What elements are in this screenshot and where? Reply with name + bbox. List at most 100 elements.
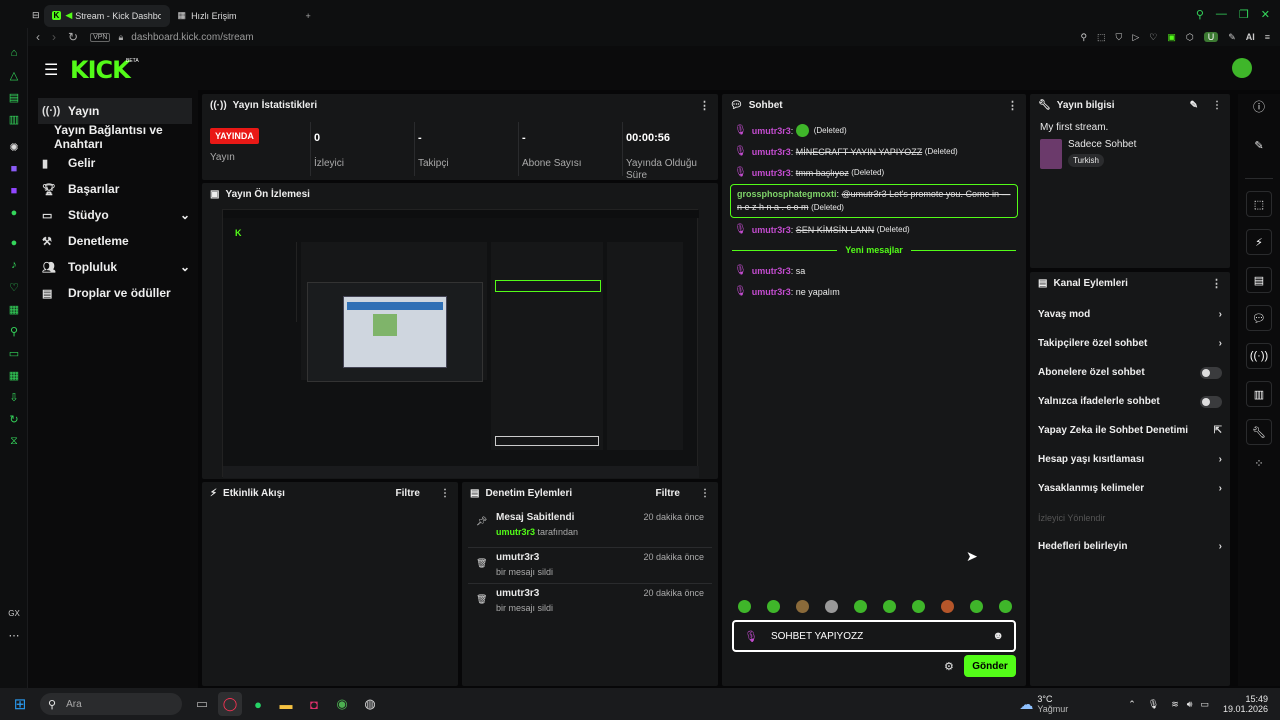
more-icon[interactable]: ⋮	[1007, 99, 1018, 112]
play-icon[interactable]: ▷	[1132, 32, 1139, 43]
stream-preview-video[interactable]: K	[222, 209, 699, 478]
tab-menu-icon[interactable]: ⊟	[28, 5, 44, 27]
action-goals[interactable]: Hedefleri belirleyin ›	[1030, 532, 1230, 561]
chat-message[interactable]: 🎙︎ umutr3r3: tmm başlıyoz (Deleted)	[726, 162, 1022, 183]
chat-username[interactable]: umutr3r3	[752, 126, 791, 136]
twitch-app-icon[interactable]: ■	[0, 180, 28, 202]
url-field[interactable]: dashboard.kick.com/stream	[131, 32, 253, 43]
vpn-badge[interactable]: VPN	[90, 32, 111, 42]
wrench-icon[interactable]: 🔧︎	[1246, 419, 1272, 445]
aria-icon[interactable]: ✎	[1228, 32, 1236, 43]
chat-username[interactable]: umutr3r3	[752, 225, 791, 235]
pin-icon[interactable]: ⚲	[0, 320, 28, 342]
mod-user[interactable]: umutr3r3	[496, 527, 535, 537]
add-widget-icon[interactable]: ⁘	[1238, 457, 1280, 470]
close-icon[interactable]: ✕	[1261, 8, 1270, 21]
chat-message[interactable]: 🎙︎ umutr3r3: sa	[726, 260, 1022, 281]
chat-icon[interactable]: 💬︎	[1246, 305, 1272, 331]
action-ai-moderation[interactable]: Yapay Zeka ile Sohbet Denetimi ⇱	[1030, 416, 1230, 445]
whatsapp-icon[interactable]: ●	[246, 692, 270, 716]
emote-icon[interactable]	[738, 600, 751, 613]
twitch-icon[interactable]: ▤	[0, 86, 28, 108]
chat-username[interactable]: grossphosphategmoxti	[737, 189, 837, 199]
action-account-age[interactable]: Hesap yaşı kısıtlaması ›	[1030, 445, 1230, 474]
nav-item-studyo[interactable]: ▭ Stüdyo ⌄	[28, 202, 198, 228]
bookmark-icon[interactable]: ▥	[0, 108, 28, 130]
news-icon[interactable]: ▦	[0, 298, 28, 320]
info-icon[interactable]: ⓘ	[1238, 98, 1280, 115]
spotify-icon[interactable]: ●	[0, 232, 28, 254]
hamburger-icon[interactable]: ☰	[44, 60, 58, 80]
maximize-icon[interactable]: ❐	[1239, 8, 1249, 21]
filter-button[interactable]: Filtre	[656, 488, 680, 499]
chat-message[interactable]: 🎙︎ umutr3r3: MİNECRAFT YAYIN YAPIYOZZ (D…	[726, 141, 1022, 162]
menu-icon[interactable]: ≡	[1265, 32, 1270, 42]
profile-avatar[interactable]: U	[1203, 32, 1219, 42]
whatsapp-icon[interactable]: ●	[0, 202, 28, 224]
extensions-icon[interactable]: ⬡	[1186, 32, 1194, 43]
action-emotes-only[interactable]: Yalnızca ifadelerle sohbet	[1030, 387, 1230, 416]
chevron-up-icon[interactable]: ⌃	[1128, 699, 1136, 710]
chat-settings-icon[interactable]: ⚙︎	[944, 660, 954, 673]
alert-icon[interactable]: △	[0, 64, 28, 86]
chat-input-value[interactable]: SOHBET YAPIYOZZ	[771, 631, 863, 642]
emote-icon[interactable]	[970, 600, 983, 613]
edit-icon[interactable]: ✎	[1238, 139, 1280, 152]
refresh-icon[interactable]: ↻	[0, 408, 28, 430]
chat-message-highlighted[interactable]: grossphosphategmoxti: @umutr3r3 Let's pr…	[730, 184, 1018, 218]
new-tab-button[interactable]: +	[298, 5, 319, 27]
minimize-icon[interactable]: —	[1216, 8, 1227, 21]
file-explorer-icon[interactable]: ▬	[274, 692, 298, 716]
emote-icon[interactable]	[999, 600, 1012, 613]
volume-icon[interactable]: 🔊︎	[1187, 699, 1193, 710]
cs-icon[interactable]: ■	[0, 158, 28, 180]
more-icon[interactable]: ⋯	[0, 624, 28, 646]
chat-input[interactable]: 🎙︎ SOHBET YAPIYOZZ ☻	[732, 620, 1016, 652]
action-banned-words[interactable]: Yasaklanmış kelimeler ›	[1030, 474, 1230, 503]
action-followers-only[interactable]: Takipçilere özel sohbet ›	[1030, 329, 1230, 358]
layout-icon[interactable]: ▥	[1246, 381, 1272, 407]
back-icon[interactable]: ‹	[36, 30, 40, 44]
send-button[interactable]: Gönder	[964, 655, 1016, 677]
more-icon[interactable]: ⋮	[1211, 277, 1222, 290]
nav-item-yayin[interactable]: ((·)) Yayın	[38, 98, 192, 124]
wifi-icon[interactable]: ≋	[1171, 699, 1179, 710]
emote-icon[interactable]	[912, 600, 925, 613]
more-icon[interactable]: ⋮	[700, 488, 710, 499]
nav-item-droplar[interactable]: ▤ Droplar ve ödüller	[28, 280, 198, 306]
extensions-icon[interactable]: ⧖	[0, 430, 28, 452]
edit-icon[interactable]: ✎	[1190, 100, 1198, 111]
filter-button[interactable]: Filtre	[396, 488, 420, 499]
tab-stream[interactable]: K ◀ Stream - Kick Dashboard	[43, 4, 170, 27]
emoji-icon[interactable]: ☻	[992, 630, 1004, 642]
emote-icon[interactable]	[941, 600, 954, 613]
emote-icon[interactable]	[825, 600, 838, 613]
subscribers-only-toggle[interactable]	[1200, 366, 1222, 379]
forward-icon[interactable]: ›	[52, 30, 56, 44]
battery-icon[interactable]: ▭	[1200, 699, 1209, 710]
clock[interactable]: 15:49 19.01.2026	[1223, 694, 1268, 714]
reload-icon[interactable]: ↻	[68, 30, 78, 44]
instagram-icon[interactable]: ◘	[302, 692, 326, 716]
chatgpt-icon[interactable]: ✺	[0, 136, 28, 158]
heart-icon[interactable]: ♡	[1149, 32, 1157, 43]
kick-logo[interactable]: KICK	[70, 56, 131, 84]
action-slow-mode[interactable]: Yavaş mod ›	[1030, 300, 1230, 329]
notes-icon[interactable]: ▤	[1246, 267, 1272, 293]
nav-item-topluluk[interactable]: 👥︎ Topluluk ⌄	[28, 254, 198, 280]
more-icon[interactable]: ⋮	[699, 99, 710, 112]
nav-item-stream-key[interactable]: Yayın Bağlantısı ve Anahtarı	[28, 123, 198, 151]
windows-start-icon[interactable]: ⊞	[8, 692, 32, 716]
taskbar-search[interactable]: ⚲ Ara	[40, 693, 182, 715]
tab-quick-access[interactable]: ▦ Hızlı Erişim	[170, 5, 298, 27]
opera-gx-icon[interactable]: ◯	[218, 692, 242, 716]
snapshot-icon[interactable]: ⬚	[1097, 32, 1106, 43]
nav-item-gelir[interactable]: ▮ Gelir	[28, 150, 198, 176]
emotes-only-toggle[interactable]	[1200, 395, 1222, 408]
chat-username[interactable]: umutr3r3	[752, 287, 791, 297]
search-tabs-icon[interactable]: ⚲	[1196, 8, 1204, 21]
user-avatar[interactable]	[1232, 58, 1252, 78]
mic-icon[interactable]: 🎙︎	[1148, 699, 1159, 710]
more-icon[interactable]: ⋮	[440, 488, 450, 499]
chrome-icon[interactable]: ◉	[330, 692, 354, 716]
